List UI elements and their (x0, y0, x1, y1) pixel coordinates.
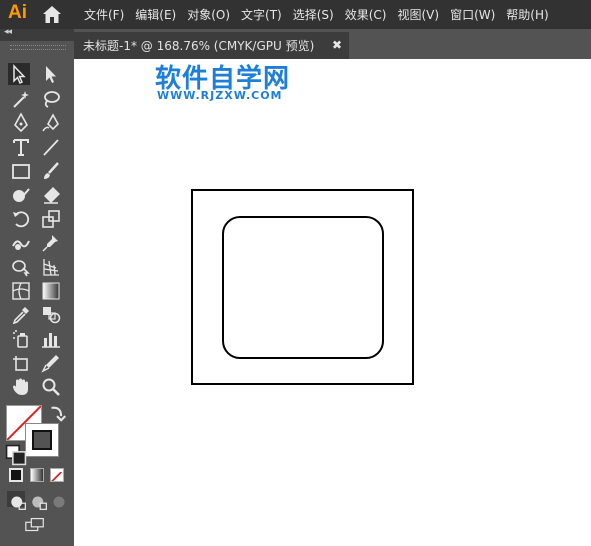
paintbrush-tool-icon[interactable] (40, 160, 62, 182)
menu-view[interactable]: 视图(V) (397, 6, 439, 23)
tools-panel-header: ◂◂ (0, 27, 74, 41)
menu-effect[interactable]: 效果(C) (345, 6, 387, 23)
color-mode-button[interactable] (9, 468, 23, 482)
mesh-tool-icon[interactable] (10, 280, 32, 302)
magic-wand-tool-icon[interactable] (10, 88, 32, 110)
menu-help[interactable]: 帮助(H) (506, 6, 548, 23)
curvature-tool-icon[interactable] (40, 112, 62, 134)
document-tab-title: 未标题-1* @ 168.76% (CMYK/GPU 预览) (83, 39, 315, 53)
home-icon[interactable] (42, 5, 62, 24)
menu-object[interactable]: 对象(O) (187, 6, 230, 23)
swap-fill-stroke-icon[interactable] (46, 401, 66, 422)
tools-panel: ◂◂ (0, 27, 74, 546)
symbol-sprayer-tool-icon[interactable] (10, 328, 32, 350)
draw-normal-icon[interactable] (7, 491, 26, 510)
stroke-swatch[interactable] (25, 423, 59, 457)
collapse-panel-icon[interactable]: ◂◂ (4, 27, 12, 37)
menu-edit[interactable]: 编辑(E) (135, 6, 176, 23)
direct-selection-tool-icon[interactable] (40, 63, 62, 85)
blend-tool-icon[interactable] (40, 304, 62, 326)
draw-behind-icon[interactable] (28, 491, 47, 510)
rectangle-tool-icon[interactable] (10, 160, 32, 182)
draw-inside-icon[interactable] (48, 491, 66, 508)
artboard-tool-icon[interactable] (10, 352, 32, 374)
hand-tool-icon[interactable] (10, 376, 32, 398)
column-graph-tool-icon[interactable] (40, 328, 62, 350)
menu-select[interactable]: 选择(S) (293, 6, 334, 23)
stroke-swatch-inner (32, 430, 52, 450)
lasso-tool-icon[interactable] (40, 88, 62, 110)
scale-tool-icon[interactable] (40, 208, 62, 230)
eraser-tool-icon[interactable] (40, 184, 62, 206)
perspective-grid-tool-icon[interactable] (40, 256, 62, 278)
none-mode-button[interactable] (50, 468, 64, 482)
selection-tool-icon[interactable] (8, 63, 30, 85)
menu-window[interactable]: 窗口(W) (450, 6, 495, 23)
default-fill-stroke-icon[interactable] (5, 444, 27, 466)
shaper-tool-icon[interactable] (10, 184, 32, 206)
puppet-warp-tool-icon[interactable] (40, 232, 62, 254)
rotate-tool-icon[interactable] (10, 208, 32, 230)
gradient-mode-button[interactable] (30, 468, 44, 482)
menu-bar: Ai 文件(F) 编辑(E) 对象(O) 文字(T) 选择(S) 效果(C) 视… (0, 0, 591, 29)
artboard-canvas[interactable] (74, 59, 591, 546)
watermark-url: WWW.RJZXW.COM (157, 89, 283, 102)
app-logo[interactable]: Ai (8, 2, 27, 24)
warp-tool-icon[interactable] (10, 232, 32, 254)
close-icon[interactable]: ✖ (332, 38, 342, 52)
menu-type[interactable]: 文字(T) (241, 6, 282, 23)
main-menu: 文件(F) 编辑(E) 对象(O) 文字(T) 选择(S) 效果(C) 视图(V… (84, 0, 560, 29)
shape-builder-tool-icon[interactable] (10, 256, 32, 278)
eyedropper-tool-icon[interactable] (10, 304, 32, 326)
line-segment-tool-icon[interactable] (40, 136, 62, 158)
type-tool-icon[interactable] (10, 136, 32, 158)
document-tab-bar: 未标题-1* @ 168.76% (CMYK/GPU 预览) ✖ (74, 29, 591, 59)
panel-grip[interactable] (10, 45, 66, 50)
document-tab[interactable]: 未标题-1* @ 168.76% (CMYK/GPU 预览) ✖ (74, 32, 349, 59)
gradient-tool-icon[interactable] (40, 280, 62, 302)
pen-tool-icon[interactable] (10, 112, 32, 134)
zoom-tool-icon[interactable] (40, 376, 62, 398)
screen-mode-icon[interactable] (24, 514, 48, 532)
menu-file[interactable]: 文件(F) (84, 6, 124, 23)
slice-tool-icon[interactable] (40, 352, 62, 374)
